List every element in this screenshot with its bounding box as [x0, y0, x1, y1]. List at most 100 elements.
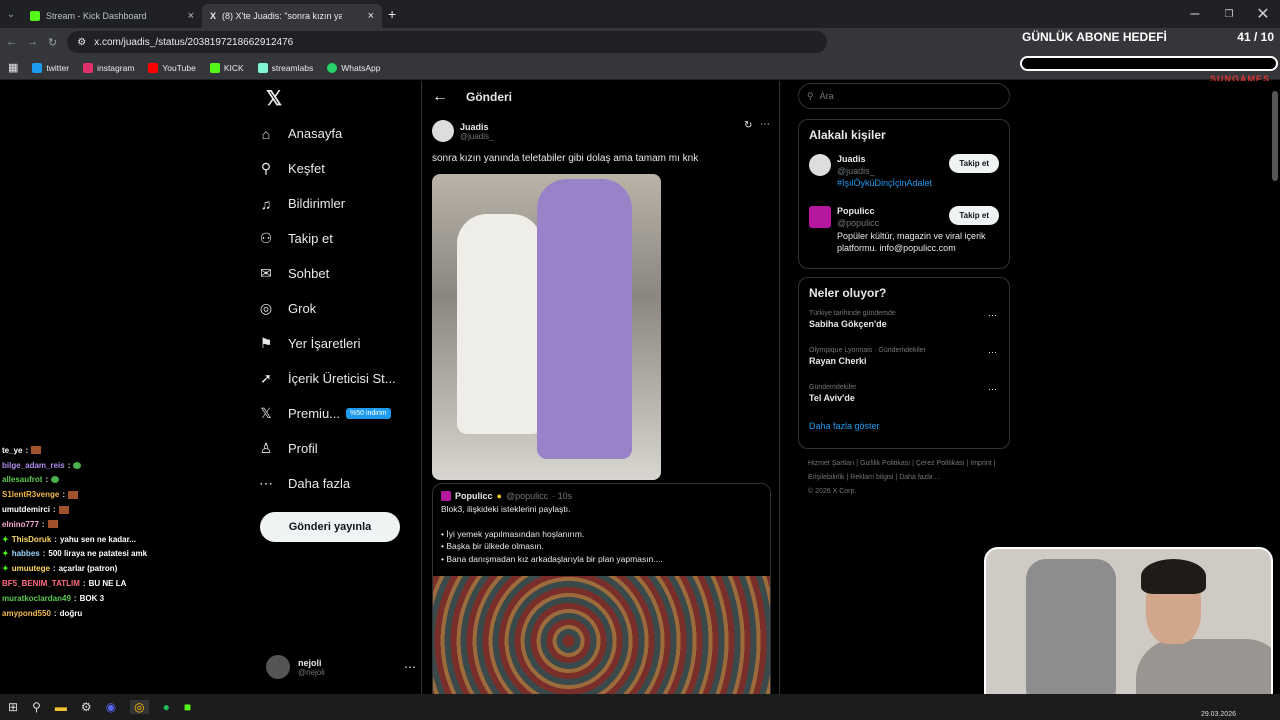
search-input[interactable]: ⚲ Ara	[798, 83, 1010, 109]
back-arrow-icon[interactable]: ←	[432, 88, 448, 106]
nav-premium[interactable]: 𝕏 Premiu... %50 indirim	[258, 396, 418, 431]
populicc-avatar	[441, 491, 451, 501]
mail-icon: ✉	[260, 265, 272, 281]
chrome-icon[interactable]: ◎	[130, 700, 149, 714]
discord-icon[interactable]: ◉	[106, 700, 116, 714]
file-explorer-icon[interactable]: ▬	[55, 700, 67, 714]
reload-icon[interactable]: ↻	[48, 36, 57, 49]
app-icon[interactable]: ⚙	[81, 700, 92, 714]
nav-more[interactable]: ⋯ Daha fazla	[258, 466, 418, 501]
nav-notifications[interactable]: ♫ Bildirimler	[258, 186, 418, 221]
chat-username[interactable]: allesaufrot	[2, 475, 42, 484]
chat-message: elnino777:	[2, 517, 257, 532]
chat-message: ✦ habbes:500 liraya ne patatesi amk	[2, 549, 148, 559]
sub-badge-icon: ✦	[2, 549, 9, 559]
minimize-icon[interactable]: –	[1178, 5, 1212, 23]
nav-home[interactable]: ⌂ Anasayfa	[258, 116, 418, 151]
more-icon[interactable]: ⋯	[988, 384, 997, 395]
nav-creator-studio[interactable]: ➚ İçerik Üreticisi St...	[258, 361, 418, 396]
apps-icon[interactable]: ▦	[8, 61, 18, 74]
search-icon: ⚲	[260, 160, 272, 176]
chat-username[interactable]: BF5_BENIM_TATLIM	[2, 579, 80, 588]
x-logo[interactable]: 𝕏	[258, 81, 418, 116]
trend-item[interactable]: Gündemdekiler Tel Aviv'de ⋯	[809, 384, 999, 421]
emote-icon	[58, 505, 69, 514]
close-icon[interactable]: ×	[368, 10, 374, 22]
post-photo[interactable]	[432, 174, 661, 480]
pepe-emote-icon	[51, 476, 60, 484]
more-icon[interactable]: ⋯	[760, 119, 770, 130]
nav-chat[interactable]: ✉ Sohbet	[258, 256, 418, 291]
search-icon: ⚲	[807, 90, 814, 101]
date: 29.03.2026	[1200, 711, 1236, 718]
bookmark-icon: ⚑	[259, 335, 273, 351]
bookmark-instagram[interactable]: instagram	[83, 62, 134, 73]
chat-username[interactable]: muratkoclardan49	[2, 594, 71, 603]
chat-username[interactable]: S1lentR3venge	[2, 490, 59, 499]
bookmark-streamlabs[interactable]: streamlabs	[257, 62, 313, 73]
post-author[interactable]: Juadis @juadis_	[432, 120, 493, 142]
bookmark-youtube[interactable]: YouTube	[148, 62, 196, 73]
kick-app-icon[interactable]: ■	[184, 700, 191, 714]
page-scrollbar[interactable]	[1272, 91, 1278, 181]
more-icon[interactable]: ⋯	[988, 347, 997, 358]
bookmark-whatsapp[interactable]: WhatsApp	[327, 62, 380, 73]
chat-username[interactable]: elnino777	[2, 520, 39, 529]
tab-kick-dashboard[interactable]: Stream - Kick Dashboard ×	[22, 4, 202, 28]
forward-icon[interactable]: →	[27, 36, 38, 48]
follow-icon: ⚇	[259, 230, 273, 246]
nav-grok[interactable]: ◎ Grok	[258, 291, 418, 326]
person-populicc[interactable]: Populicc @populicc Popüler kültür, magazin…	[809, 206, 999, 262]
follow-button[interactable]: Takip et	[949, 206, 999, 225]
chat-username[interactable]: bilge_adam_reis	[2, 461, 65, 470]
close-icon[interactable]: ×	[188, 10, 194, 22]
grok-icon: ◎	[259, 300, 273, 316]
person-juadis[interactable]: Juadis @juadis_ #IşılÖyküDinçİçinAdalet Ta…	[809, 154, 999, 206]
emote-icon	[68, 490, 79, 499]
person-purple-suit	[537, 179, 632, 459]
maximize-icon[interactable]: ❐	[1212, 9, 1246, 20]
nav-bookmarks[interactable]: ⚑ Yer İşaretleri	[258, 326, 418, 361]
account-switcher[interactable]: nejoli @nejoli ⋯	[266, 651, 416, 683]
chat-message: BF5_BENIM_TATLIM: BU NE LA	[2, 579, 127, 589]
chat-username[interactable]: ThisDoruk	[12, 535, 52, 544]
trends-card: Neler oluyor? Türkiye tarihinde gündemde…	[798, 277, 1010, 449]
more-icon[interactable]: ⋯	[988, 310, 997, 321]
bookmark-twitter[interactable]: twitter	[32, 62, 69, 73]
start-icon[interactable]: ⊞	[8, 700, 18, 714]
instagram-icon	[83, 62, 94, 73]
address-bar[interactable]: ⚙ x.com/juadis_/status/203819721866291247…	[67, 31, 828, 53]
footer-links: Hizmet Şartları | Gizlilik Politikası | …	[808, 460, 996, 495]
post-text: sonra kızın yanında teletabiler gibi dol…	[432, 153, 699, 164]
close-window-icon[interactable]: ✕	[1246, 4, 1280, 24]
post-button[interactable]: Gönderi yayınla	[260, 512, 400, 542]
nav-profile[interactable]: ♙ Profil	[258, 431, 418, 466]
chat-text: BU NE LA	[88, 579, 127, 589]
back-icon[interactable]: ←	[6, 36, 17, 48]
trend-item[interactable]: Olympique Lyonnais · Gündemdekiler Rayan …	[809, 347, 999, 384]
tab-search-icon[interactable]: ⌄	[0, 9, 22, 20]
nav-follow[interactable]: ⚇ Takip et	[258, 221, 418, 256]
chat-username[interactable]: amypond550	[2, 609, 51, 618]
chat-message: muratkoclardan49: BOK 3	[2, 593, 105, 603]
chat-username[interactable]: habbes	[12, 549, 40, 558]
follow-button[interactable]: Takip et	[949, 154, 999, 173]
site-info-icon[interactable]: ⚙	[77, 37, 86, 48]
show-more-link[interactable]: Daha fazla göster	[809, 421, 999, 431]
search-icon[interactable]: ⚲	[32, 700, 41, 714]
quoted-text: Blok3, ilişkideki isteklerini paylaştı. …	[441, 504, 663, 564]
chat-username[interactable]: umuutege	[12, 564, 50, 573]
avatar	[266, 655, 290, 679]
tab-x-post[interactable]: X (8) X'te Juadis: "sonra kızın yanı ×	[202, 4, 382, 28]
more-icon[interactable]: ⋯	[404, 660, 416, 674]
chat-username[interactable]: umutdemirci	[2, 505, 50, 514]
bookmark-kick[interactable]: KICK	[209, 62, 244, 73]
spotify-icon[interactable]: ●	[163, 700, 170, 714]
new-tab-button[interactable]: +	[388, 6, 396, 22]
grok-icon[interactable]: ↻	[744, 120, 752, 131]
nav-explore[interactable]: ⚲ Keşfet	[258, 151, 418, 186]
quoted-post[interactable]: Populicc ● @populicc · 10s Blok3, ilişki…	[432, 483, 771, 703]
chat-message: umutdemirci:	[2, 502, 257, 517]
trend-item[interactable]: Türkiye tarihinde gündemde Sabiha Gökçen'…	[809, 310, 999, 347]
chat-username[interactable]: te_ye	[2, 446, 22, 455]
